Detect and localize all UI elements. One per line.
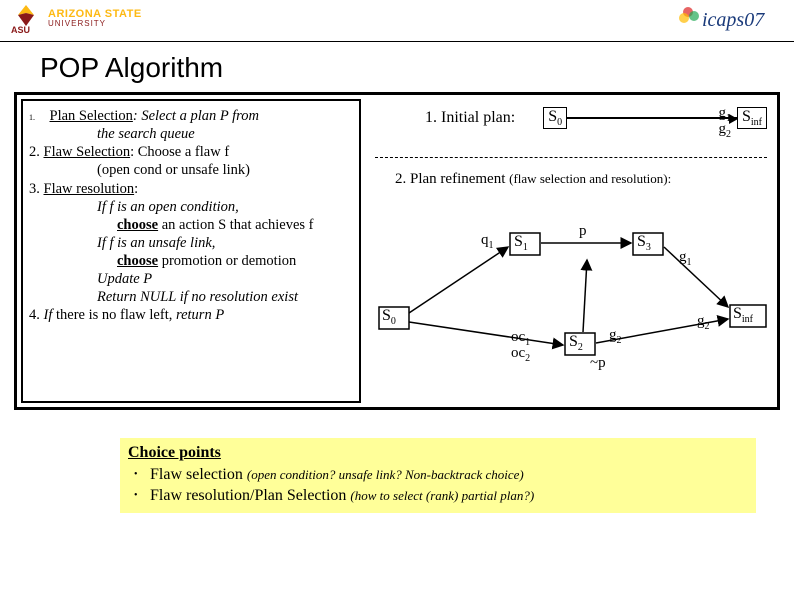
header: ASU ARIZONA STATE UNIVERSITY icaps07 <box>0 0 794 42</box>
label-q1: q1 <box>481 232 494 251</box>
label-oc2: oc2 <box>511 345 530 364</box>
step3-return: Return NULL if no resolution exist <box>29 288 353 306</box>
sinf-text: S <box>742 108 751 125</box>
diagram-svg <box>365 205 775 400</box>
choice-points-box: Choice points Flaw selection (open condi… <box>120 438 756 513</box>
sinf-sub: inf <box>751 117 762 128</box>
asu-text-line2: UNIVERSITY <box>48 20 142 28</box>
label-g2: g2 <box>719 121 732 140</box>
label-g2-right: g2 <box>697 313 710 332</box>
g1-text: g <box>719 105 727 121</box>
step1-rest: : Select a plan P from <box>133 108 259 124</box>
arrow-icon <box>567 117 737 119</box>
icaps-logo: icaps07 <box>674 2 784 44</box>
step3-if1: If f is an open condition, <box>29 198 353 216</box>
step2-line2: (open cond or unsafe link) <box>29 161 353 179</box>
asu-logo: ASU ARIZONA STATE UNIVERSITY <box>8 0 142 36</box>
algo-step2: 2. Flaw Selection: Choose a flaw f (open… <box>29 143 353 179</box>
step3-choose1: choose an action S that achieves f <box>29 216 353 234</box>
refine-suffix: (flaw selection and resolution): <box>509 171 671 186</box>
g2-text: g <box>719 121 727 137</box>
choice-title: Choice points <box>128 442 221 464</box>
label-p: p <box>579 223 587 240</box>
node-sinf-label: Sinf <box>733 305 753 325</box>
s0-text: S <box>548 108 557 125</box>
choice-b2b: (how to select (rank) partial plan?) <box>350 488 534 503</box>
node-s3-label: S3 <box>637 233 651 253</box>
choice-bullet-1: Flaw selection (open condition? unsafe l… <box>128 464 748 486</box>
choice-b1b: (open condition? unsafe link? Non-backtr… <box>247 467 524 482</box>
step2-prefix: 2. <box>29 144 44 160</box>
step3-colon: : <box>134 181 138 197</box>
svg-text:icaps07: icaps07 <box>702 9 765 31</box>
step3-label: Flaw resolution <box>44 181 135 197</box>
initial-plan-row: 1. Initial plan: S0 g1 g2 Sinf <box>425 107 767 129</box>
step4-mid: there is no flaw left, <box>52 307 176 323</box>
algo-step1: 1. Plan Selection: Select a plan P from … <box>29 107 353 143</box>
g2-sub: 2 <box>726 129 731 140</box>
node-s0: S0 <box>543 107 567 129</box>
step2-rest: : Choose a flaw f <box>130 144 229 160</box>
step3-if2: If f is an unsafe link, <box>29 234 353 252</box>
algorithm-panel: 1. Plan Selection: Select a plan P from … <box>21 99 361 403</box>
step3-choose2a: choose <box>117 253 158 269</box>
step1-line2: the search queue <box>29 125 353 143</box>
step4-prefix: 4. <box>29 307 44 323</box>
label-notp: ~p <box>590 355 606 372</box>
step3-choose2: choose promotion or demotion <box>29 252 353 270</box>
choice-bullet-2: Flaw resolution/Plan Selection (how to s… <box>128 485 748 507</box>
algo-step4: 4. If there is no flaw left, return P <box>29 306 353 324</box>
asu-text: ARIZONA STATE UNIVERSITY <box>48 9 142 28</box>
algo-step3: 3. Flaw resolution: If f is an open cond… <box>29 180 353 307</box>
label-g2-mid: g2 <box>609 327 622 346</box>
label-g1-lower: g1 <box>679 249 692 268</box>
dashed-separator <box>375 157 767 158</box>
step3-choose2b: promotion or demotion <box>158 253 296 269</box>
initial-label: 1. Initial plan: <box>425 109 515 127</box>
svg-text:ASU: ASU <box>11 25 30 35</box>
step3-update: Update P <box>29 270 353 288</box>
node-sinf: Sinf <box>737 107 767 129</box>
refinement-diagram: S0 S1 S3 S2 Sinf q1 p g1 oc1 oc2 g2 g2 ~… <box>365 205 777 407</box>
step2-label: Flaw Selection <box>44 144 131 160</box>
node-s2-label: S2 <box>569 333 583 353</box>
choice-b2a: Flaw resolution/Plan Selection <box>150 487 350 504</box>
step3-choose1b: an action S that achieves f <box>158 217 313 233</box>
asu-shield-icon: ASU <box>8 0 44 36</box>
diagram-panel: 1. Initial plan: S0 g1 g2 Sinf 2. Plan r… <box>365 95 777 407</box>
step4-return: return P <box>176 307 224 323</box>
choice-b1a: Flaw selection <box>150 466 247 483</box>
page-title: POP Algorithm <box>0 42 794 92</box>
asu-text-line1: ARIZONA STATE <box>48 9 142 20</box>
refine-prefix: 2. Plan refinement <box>395 171 509 187</box>
step3-choose1a: choose <box>117 217 158 233</box>
s0-sub: 0 <box>557 117 562 128</box>
node-s1-label: S1 <box>514 233 528 253</box>
main-box: 1. Plan Selection: Select a plan P from … <box>14 92 780 410</box>
step1-num: 1. <box>29 113 35 122</box>
node-s0-label: S0 <box>382 307 396 327</box>
step3-prefix: 3. <box>29 181 44 197</box>
step1-label: Plan Selection <box>50 108 133 124</box>
refine-label: 2. Plan refinement (flaw selection and r… <box>395 171 671 188</box>
